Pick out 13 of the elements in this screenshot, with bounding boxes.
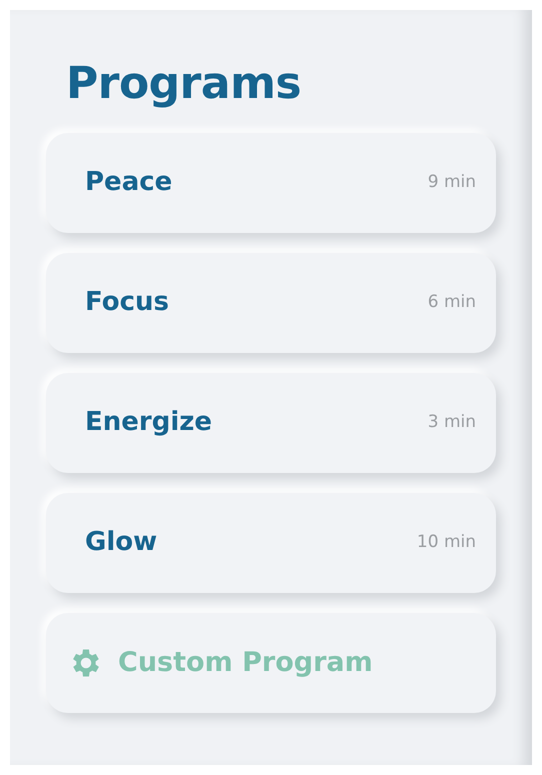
program-button[interactable]: Glow 10 min	[46, 492, 496, 593]
program-duration: 3 min	[428, 411, 476, 434]
program-name: Energize	[85, 406, 212, 440]
program-button[interactable]: Peace 9 min	[46, 132, 496, 233]
program-button[interactable]: Focus 6 min	[46, 252, 496, 353]
program-name: Glow	[85, 526, 158, 560]
section-title: Programs	[66, 58, 302, 111]
program-duration: 6 min	[428, 291, 476, 314]
program-name: Peace	[85, 166, 172, 200]
program-duration: 9 min	[428, 171, 476, 194]
program-duration: 10 min	[416, 531, 476, 554]
program-button[interactable]: Energize 3 min	[46, 372, 496, 473]
program-name: Focus	[85, 286, 169, 320]
